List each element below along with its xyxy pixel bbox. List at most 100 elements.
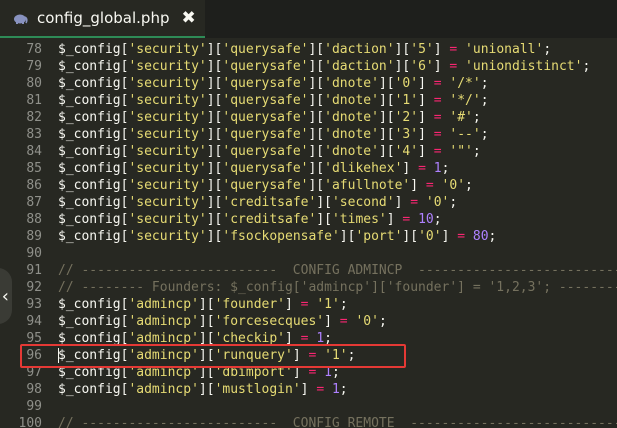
code-line-95[interactable]: 95 $_config['admincp']['checkip'] = 1;	[0, 330, 617, 347]
code-text: $_config['security']['querysafe']['dnote…	[58, 143, 481, 160]
code-token: ][	[206, 76, 223, 91]
code-token: $_config	[58, 229, 121, 244]
code-token: ][	[206, 59, 223, 74]
code-token: =	[433, 76, 442, 91]
code-token: =	[300, 297, 309, 312]
code-token: 'daction'	[324, 42, 395, 57]
tab-config-global[interactable]: config_global.php ✖	[0, 0, 205, 38]
code-line-92[interactable]: 92// -------- Founders: $_config['adminc…	[0, 279, 617, 296]
code-token: $_config	[58, 127, 121, 142]
code-token: 'querysafe'	[222, 161, 309, 176]
code-line-98[interactable]: 98 $_config['admincp']['mustlogin'] = 1;	[0, 381, 617, 398]
code-token: ][	[308, 76, 325, 91]
code-line-96[interactable]: 96 $_config['admincp']['runquery'] = '1';	[0, 347, 617, 364]
code-token: ;	[472, 144, 481, 159]
code-token: ]	[433, 42, 450, 57]
code-line-86[interactable]: 86 $_config['security']['querysafe']['afu…	[0, 177, 617, 194]
code-token: ][	[206, 212, 223, 227]
code-token: 'checkip'	[214, 331, 286, 346]
code-token: ]	[324, 314, 340, 329]
code-text: $_config['security']['querysafe']['dnote…	[58, 92, 489, 109]
code-line-97[interactable]: 97 $_config['admincp']['dbimport'] = 1;	[0, 364, 617, 381]
code-token: ][	[198, 331, 215, 346]
code-line-99[interactable]: 99	[0, 398, 617, 415]
code-token: 'admincp'	[128, 297, 199, 312]
code-token: =	[339, 314, 348, 329]
code-line-83[interactable]: 83 $_config['security']['querysafe']['dno…	[0, 126, 617, 143]
code-line-78[interactable]: 78 $_config['security']['querysafe']['dac…	[0, 41, 617, 58]
code-line-93[interactable]: 93 $_config['admincp']['founder'] = '1';	[0, 296, 617, 313]
code-token: 'dnote'	[324, 144, 379, 159]
close-icon[interactable]: ✖	[181, 9, 195, 27]
code-token: ;	[582, 59, 591, 74]
code-token: $_config	[58, 110, 121, 125]
code-token: ][	[206, 229, 223, 244]
line-number: 82	[26, 110, 42, 125]
code-token: ][	[378, 93, 395, 108]
code-token: =	[433, 127, 442, 142]
code-token: ;	[339, 297, 348, 312]
code-token: $_config	[58, 331, 121, 346]
code-token: 'security'	[128, 127, 207, 142]
code-text: $_config['security']['querysafe']['dnote…	[58, 126, 489, 143]
code-token: '0'	[355, 314, 379, 329]
code-token: 'security'	[128, 178, 207, 193]
code-line-84[interactable]: 84 $_config['security']['querysafe']['dno…	[0, 143, 617, 160]
code-line-82[interactable]: 82 $_config['security']['querysafe']['dno…	[0, 109, 617, 126]
line-number: 98	[26, 382, 42, 397]
php-elephant-icon	[12, 10, 28, 26]
code-token: $_config	[58, 42, 121, 57]
code-editor[interactable]: 78 $_config['security']['querysafe']['dac…	[0, 41, 617, 428]
code-token: ][	[308, 59, 325, 74]
code-line-79[interactable]: 79 $_config['security']['querysafe']['dac…	[0, 58, 617, 75]
code-token: 1	[433, 161, 442, 176]
code-line-81[interactable]: 81 $_config['security']['querysafe']['dno…	[0, 92, 617, 109]
code-token: ;	[480, 93, 489, 108]
code-text: // -------- Founders: $_config['admincp'…	[58, 279, 617, 296]
code-token: 'uniondistinct'	[465, 59, 583, 74]
code-line-89[interactable]: 89 $_config['security']['fsockopensafe'][…	[0, 228, 617, 245]
code-token: ;	[347, 348, 356, 363]
code-token: 'fsockopensafe'	[222, 229, 340, 244]
code-line-80[interactable]: 80 $_config['security']['querysafe']['dno…	[0, 75, 617, 92]
code-line-90[interactable]: 90	[0, 245, 617, 262]
code-line-88[interactable]: 88 $_config['security']['creditsafe']['ti…	[0, 211, 617, 228]
code-text: // ------------------------- CONFIG REMO…	[58, 415, 617, 428]
code-token: 'querysafe'	[222, 144, 309, 159]
code-token: ][	[198, 365, 215, 380]
code-token: $_config	[58, 212, 121, 227]
code-token: '0'	[418, 229, 442, 244]
code-token: '"'	[449, 144, 473, 159]
code-token: ]	[285, 331, 301, 346]
code-token: ;	[339, 382, 348, 397]
code-token: 'admincp'	[128, 348, 199, 363]
code-line-87[interactable]: 87 $_config['security']['creditsafe']['se…	[0, 194, 617, 211]
code-line-94[interactable]: 94 $_config['admincp']['forcesecques'] = …	[0, 313, 617, 330]
text-cursor	[58, 348, 59, 363]
code-token: ][	[308, 144, 325, 159]
code-token: 'afullnote'	[324, 178, 411, 193]
code-token: ;	[449, 195, 458, 210]
code-line-85[interactable]: 85 $_config['security']['querysafe']['dli…	[0, 160, 617, 177]
code-token: 'dbimport'	[214, 365, 293, 380]
code-token: $_config	[58, 178, 121, 193]
code-token: '--'	[449, 127, 481, 142]
code-token: 'creditsafe'	[222, 195, 317, 210]
code-token: 'security'	[128, 144, 207, 159]
code-token: '4'	[394, 144, 419, 159]
code-token: ][	[308, 93, 325, 108]
code-token: $_config	[58, 195, 121, 210]
tab-title: config_global.php	[37, 9, 170, 27]
code-token: =	[316, 382, 325, 397]
code-token: 80	[472, 229, 489, 244]
code-token: ]	[433, 59, 450, 74]
code-token: $_config	[58, 59, 121, 74]
code-text: $_config['admincp']['forcesecques'] = '0…	[58, 313, 387, 330]
code-line-91[interactable]: 91// ------------------------- CONFIG AD…	[0, 262, 617, 279]
code-line-100[interactable]: 100 // ------------------------- CONFIG R…	[0, 415, 617, 428]
side-collapse-button[interactable]: ‹	[0, 268, 12, 324]
code-token: ][	[308, 110, 325, 125]
